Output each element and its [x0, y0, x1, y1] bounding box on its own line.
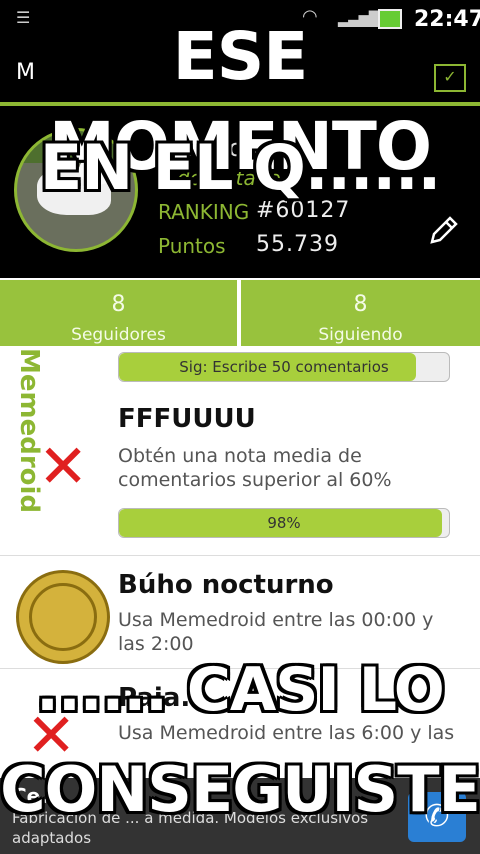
followers-button[interactable]: 8 Seguidores	[0, 280, 237, 346]
points-value: 55.739	[256, 232, 339, 257]
achievement-description: Obtén una nota media de comentarios supe…	[118, 445, 392, 491]
meme-bottom-line-2: CONSEGUISTE	[0, 753, 480, 826]
following-label: Siguiendo	[318, 325, 403, 345]
following-count: 8	[353, 292, 368, 317]
progress-bar: Sig: Escribe 50 comentarios	[118, 352, 450, 382]
progress-text: Sig: Escribe 50 comentarios	[179, 358, 389, 376]
achievement-title: FFFUUUU	[118, 404, 256, 434]
achievement-item[interactable]: ✕ FFFUUUU Obtén una nota media de coment…	[0, 390, 480, 556]
meme-top-line-2: EN EL Q......	[39, 131, 441, 204]
points-label: Puntos	[158, 234, 226, 258]
follow-stats: 8 Seguidores 8 Siguiendo	[0, 278, 480, 348]
following-button[interactable]: 8 Siguiendo	[241, 280, 480, 346]
achievement-title: Búho nocturno	[118, 570, 334, 600]
achievement-item[interactable]: Sig: Escribe 50 comentarios	[0, 348, 480, 391]
progress-bar: 98%	[118, 508, 450, 538]
progress-text: 98%	[267, 514, 301, 532]
locked-x-icon: ✕	[38, 432, 89, 502]
followers-label: Seguidores	[71, 325, 166, 345]
memedroid-watermark: Memedroid	[14, 348, 44, 514]
followers-count: 8	[111, 292, 126, 317]
meme-bottom-line-1: ...... CASI LO	[36, 655, 445, 725]
